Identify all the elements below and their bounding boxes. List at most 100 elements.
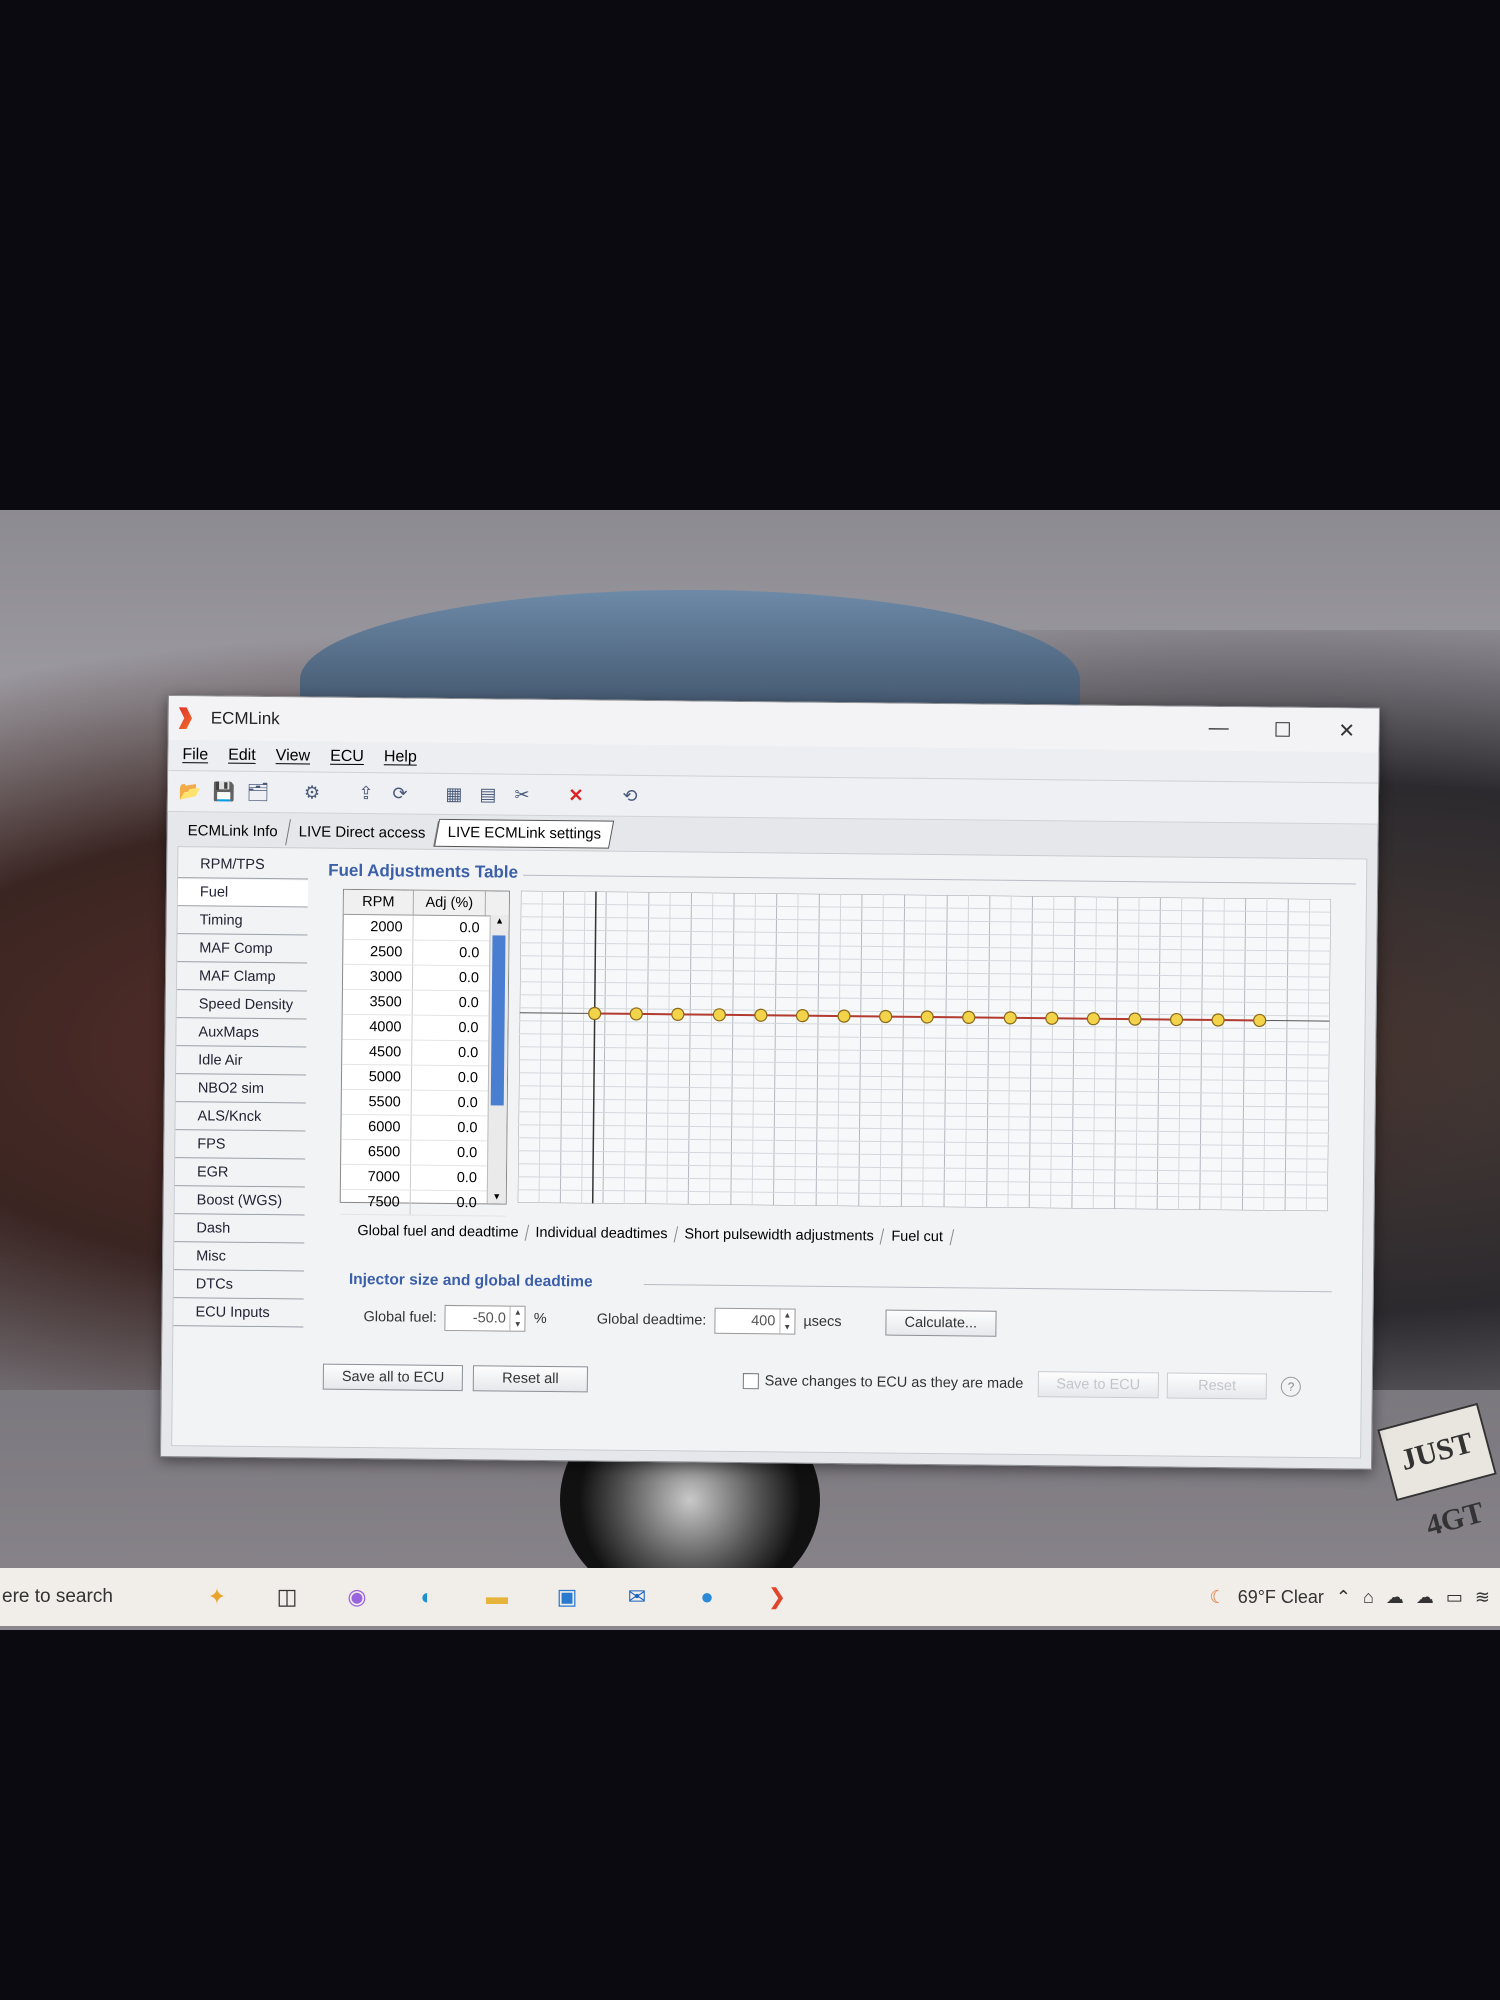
menu-file[interactable]: File — [176, 746, 222, 764]
data-point[interactable] — [1045, 1011, 1059, 1025]
table-row[interactable]: 2500 0.0 — [343, 939, 509, 967]
reset-button[interactable]: Reset — [1167, 1372, 1268, 1400]
copilot-icon[interactable]: ◉ — [340, 1580, 374, 1614]
sidebar-item-rpm-tps[interactable]: RPM/TPS — [178, 851, 309, 880]
table-row[interactable]: 6500 0.0 — [341, 1139, 507, 1167]
tab-fuel-cut[interactable]: Fuel cut — [881, 1228, 954, 1246]
data-point[interactable] — [962, 1010, 976, 1025]
open-folder-icon[interactable]: 📂 — [178, 779, 202, 803]
tab-live-direct-access[interactable]: LIVE Direct access — [286, 819, 439, 847]
table-row[interactable]: 4500 0.0 — [342, 1039, 508, 1067]
table-row[interactable]: 7000 0.0 — [340, 1164, 507, 1192]
fuel-adjustments-graph[interactable] — [517, 890, 1331, 1212]
table-row[interactable]: 7500 0.0 — [340, 1189, 506, 1217]
close-button[interactable]: ✕ — [1315, 718, 1379, 744]
menu-edit[interactable]: Edit — [222, 747, 270, 765]
data-point[interactable] — [754, 1008, 768, 1022]
sidebar-item-timing[interactable]: Timing — [177, 907, 308, 936]
minimize-button[interactable]: — — [1187, 716, 1251, 742]
sidebar-item-fuel[interactable]: Fuel — [177, 879, 309, 908]
data-point[interactable] — [795, 1009, 810, 1023]
wifi-icon[interactable]: ≋ — [1475, 1587, 1490, 1608]
map-compare-icon[interactable]: ▤ — [476, 782, 500, 806]
weather-text[interactable]: 69°F Clear — [1238, 1587, 1324, 1608]
maximize-button[interactable]: ☐ — [1251, 717, 1315, 743]
sidebar-item-idle-air[interactable]: Idle Air — [176, 1047, 307, 1076]
spinner-arrows-icon[interactable]: ▲ ▼ — [779, 1309, 795, 1334]
tab-short-pulsewidth[interactable]: Short pulsewidth adjustments — [675, 1226, 885, 1245]
refresh-ecu-icon[interactable]: ⟳ — [388, 781, 412, 805]
global-fuel-value[interactable]: -50.0 — [446, 1310, 510, 1327]
data-point[interactable] — [1211, 1013, 1225, 1027]
data-point[interactable] — [1253, 1013, 1267, 1028]
adj-cell[interactable]: 0.0 — [411, 1141, 483, 1166]
sidebar-item-auxmaps[interactable]: AuxMaps — [176, 1019, 307, 1048]
outlook-icon[interactable]: ✉ — [620, 1580, 654, 1614]
sidebar-item-dtcs[interactable]: DTCs — [173, 1271, 304, 1300]
menu-help[interactable]: Help — [378, 748, 431, 767]
adj-cell[interactable]: 0.0 — [413, 966, 485, 991]
sidebar-item-dash[interactable]: Dash — [174, 1215, 305, 1244]
data-point[interactable] — [879, 1009, 893, 1024]
save-to-ecu-button[interactable]: Save to ECU — [1037, 1371, 1160, 1399]
sidebar-item-fps[interactable]: FPS — [175, 1131, 306, 1160]
reset-all-button[interactable]: Reset all — [473, 1365, 588, 1393]
menu-view[interactable]: View — [270, 747, 325, 766]
menu-ecu[interactable]: ECU — [324, 748, 378, 767]
adj-cell[interactable]: 0.0 — [413, 941, 485, 966]
adj-cell[interactable]: 0.0 — [413, 916, 485, 941]
map-edit-icon[interactable]: ▦ — [442, 782, 466, 806]
table-row[interactable]: 2000 0.0 — [343, 914, 509, 942]
sidebar-item-als-knck[interactable]: ALS/Knck — [175, 1103, 306, 1132]
table-row[interactable]: 5500 0.0 — [341, 1089, 507, 1117]
table-row[interactable]: 3000 0.0 — [342, 964, 509, 992]
data-point[interactable] — [1169, 1012, 1184, 1027]
sidebar-item-nbo2-sim[interactable]: NBO2 sim — [175, 1075, 307, 1104]
sidebar-item-egr[interactable]: EGR — [174, 1159, 306, 1188]
adj-cell[interactable]: 0.0 — [411, 1116, 483, 1141]
sidebar-item-maf-clamp[interactable]: MAF Clamp — [176, 963, 308, 992]
table-row[interactable]: 5000 0.0 — [341, 1064, 508, 1092]
taskbar-search[interactable]: ere to search — [0, 1586, 182, 1608]
data-point[interactable] — [712, 1008, 726, 1022]
save-icon[interactable]: 💾 — [212, 779, 236, 803]
table-row[interactable]: 6000 0.0 — [341, 1114, 507, 1142]
global-fuel-spinner[interactable]: -50.0 ▲ ▼ — [444, 1304, 526, 1332]
tab-global-fuel-deadtime[interactable]: Global fuel and deadtime — [347, 1222, 530, 1241]
sidebar-item-misc[interactable]: Misc — [173, 1243, 305, 1272]
save-all-to-ecu-button[interactable]: Save all to ECU — [322, 1363, 464, 1392]
data-point[interactable] — [671, 1007, 685, 1021]
app-icon[interactable]: ● — [690, 1580, 724, 1614]
tab-live-ecmlink-settings[interactable]: LIVE ECMLink settings — [433, 818, 615, 849]
table-row[interactable]: 4000 0.0 — [342, 1014, 508, 1042]
calculate-button[interactable]: Calculate... — [885, 1309, 997, 1337]
help-icon[interactable]: ? — [1280, 1376, 1302, 1397]
spinner-arrows-icon[interactable]: ▲ ▼ — [509, 1306, 525, 1331]
data-point[interactable] — [920, 1010, 934, 1024]
scroll-up-icon[interactable]: ▲ — [491, 915, 509, 925]
adj-cell[interactable]: 0.0 — [411, 1166, 483, 1191]
sidebar-item-maf-comp[interactable]: MAF Comp — [177, 935, 308, 964]
battery-icon[interactable]: ▭ — [1446, 1587, 1463, 1608]
chevron-up-icon[interactable]: ⌃ — [1336, 1587, 1351, 1608]
ecmlink-taskbar-icon[interactable]: ❯ — [760, 1580, 794, 1614]
weather-icon[interactable]: ☾ — [1210, 1587, 1226, 1608]
save-changes-checkbox[interactable] — [742, 1373, 759, 1390]
data-point[interactable] — [629, 1007, 643, 1021]
table-scrollbar[interactable]: ▲ ▼ — [486, 915, 509, 1204]
cancel-icon[interactable]: ✕ — [564, 783, 588, 807]
upload-icon[interactable]: ⇪ — [354, 781, 378, 805]
data-point[interactable] — [837, 1009, 851, 1023]
scrollbar-thumb[interactable] — [490, 935, 506, 1106]
tab-individual-deadtimes[interactable]: Individual deadtimes — [525, 1224, 679, 1243]
fuel-adjustments-table[interactable]: RPM Adj (%) 2000 0.0 2500 0.0 3000 0.0 3500 0.0… — [339, 888, 510, 1217]
data-point[interactable] — [1086, 1012, 1101, 1026]
task-view-icon[interactable]: ◫ — [270, 1580, 304, 1614]
meet-icon[interactable]: ⌂ — [1363, 1587, 1374, 1608]
sync-icon[interactable]: ⟲ — [618, 784, 642, 808]
file-explorer-icon[interactable]: ▬ — [480, 1580, 514, 1614]
adj-cell[interactable]: 0.0 — [411, 1191, 483, 1216]
scroll-down-icon[interactable]: ▼ — [488, 1191, 506, 1201]
sidebar-item-ecu-inputs[interactable]: ECU Inputs — [173, 1299, 304, 1328]
edge-browser-icon[interactable]: ◐ — [410, 1580, 444, 1614]
